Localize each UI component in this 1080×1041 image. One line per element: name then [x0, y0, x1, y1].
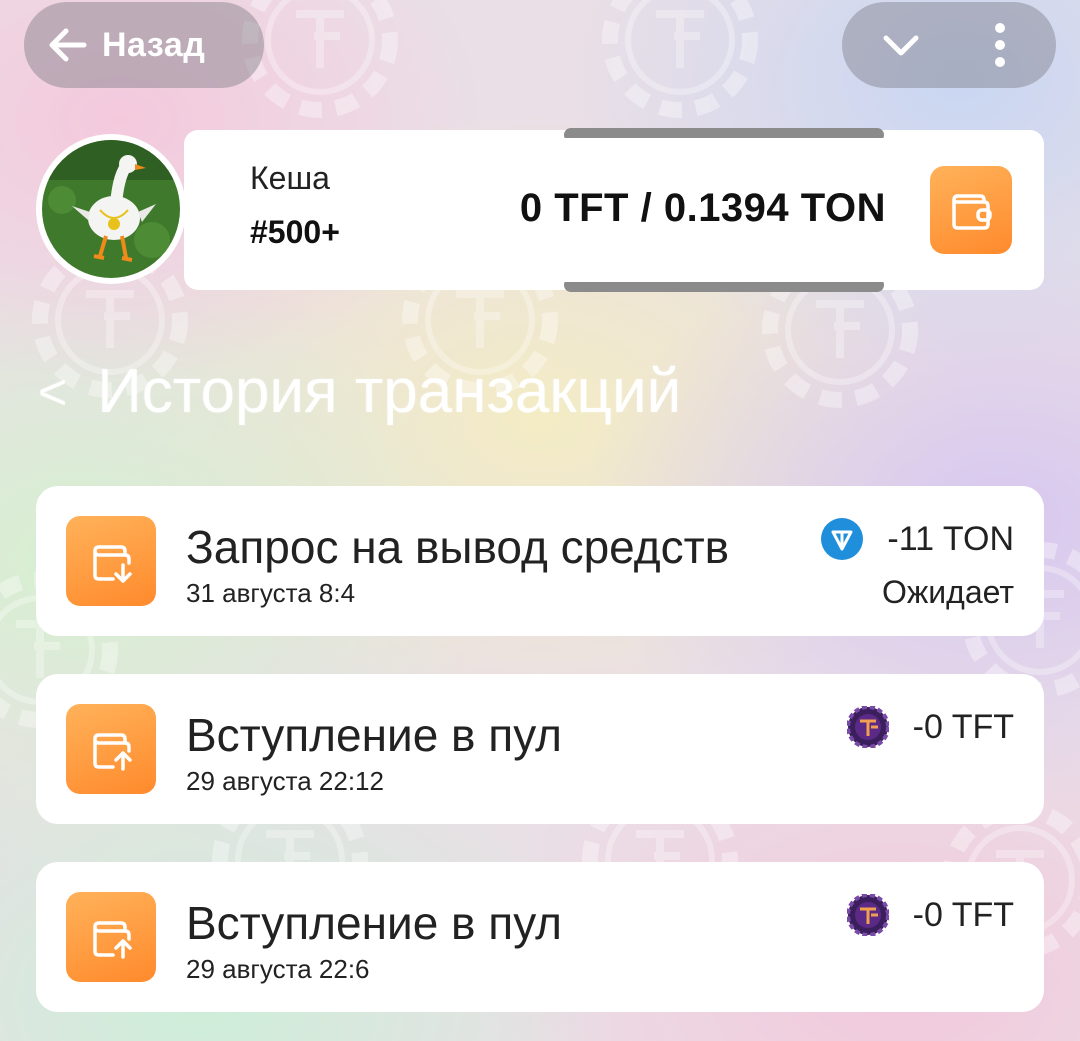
transaction-date: 31 августа 8:4: [186, 578, 356, 608]
wallet-withdraw-icon: [66, 516, 156, 606]
transaction-amount-row: -0 TFT: [846, 706, 1014, 748]
transaction-amount-row: -0 TFT: [846, 894, 1014, 936]
history-title: История транзакций: [97, 357, 682, 426]
transaction-title: Вступление в пул: [186, 709, 563, 761]
balance-text: 0 TFT / 0.1394 TON: [519, 186, 886, 230]
goose-avatar-image: [42, 140, 180, 278]
chevron-down-icon[interactable]: [878, 22, 924, 68]
transaction-amount-row: -11 TON: [821, 518, 1014, 560]
wallet-button[interactable]: [930, 166, 1012, 254]
profile-balance-card: Кеша #500+ 0 TFT / 0.1394 TON: [184, 128, 1044, 292]
transaction-card[interactable]: Запрос на вывод средств 31 августа 8:4 -…: [36, 486, 1044, 636]
back-chevron-icon[interactable]: <: [38, 363, 67, 421]
tft-icon: [846, 706, 889, 748]
vertical-dots-icon[interactable]: [994, 22, 1006, 68]
history-header[interactable]: < История транзакций: [38, 356, 681, 427]
arrow-left-icon: [49, 28, 87, 62]
user-rank: #500+: [250, 214, 340, 250]
back-button[interactable]: Назад: [24, 2, 264, 88]
transaction-amount: -0 TFT: [912, 707, 1014, 746]
transaction-title: Вступление в пул: [186, 897, 563, 949]
user-name: Кеша: [250, 160, 330, 196]
transaction-amount: -0 TFT: [912, 895, 1014, 934]
transaction-status: Ожидает: [881, 574, 1014, 610]
tft-icon: [846, 894, 889, 936]
transaction-date: 29 августа 22:12: [186, 766, 384, 796]
transaction-title: Запрос на вывод средств: [186, 521, 730, 573]
header-menu: [842, 2, 1056, 88]
transaction-amount: -11 TON: [887, 519, 1014, 558]
transaction-card[interactable]: Вступление в пул 29 августа 22:12 -0 TFT: [36, 674, 1044, 824]
ton-icon: [821, 518, 864, 560]
transaction-date: 29 августа 22:6: [186, 954, 370, 984]
wallet-icon: [952, 194, 992, 230]
transaction-card[interactable]: Вступление в пул 29 августа 22:6 -0 TFT: [36, 862, 1044, 1012]
avatar[interactable]: [36, 134, 186, 284]
back-label: Назад: [102, 25, 206, 64]
wallet-deposit-icon: [66, 704, 156, 794]
wallet-deposit-icon: [66, 892, 156, 982]
